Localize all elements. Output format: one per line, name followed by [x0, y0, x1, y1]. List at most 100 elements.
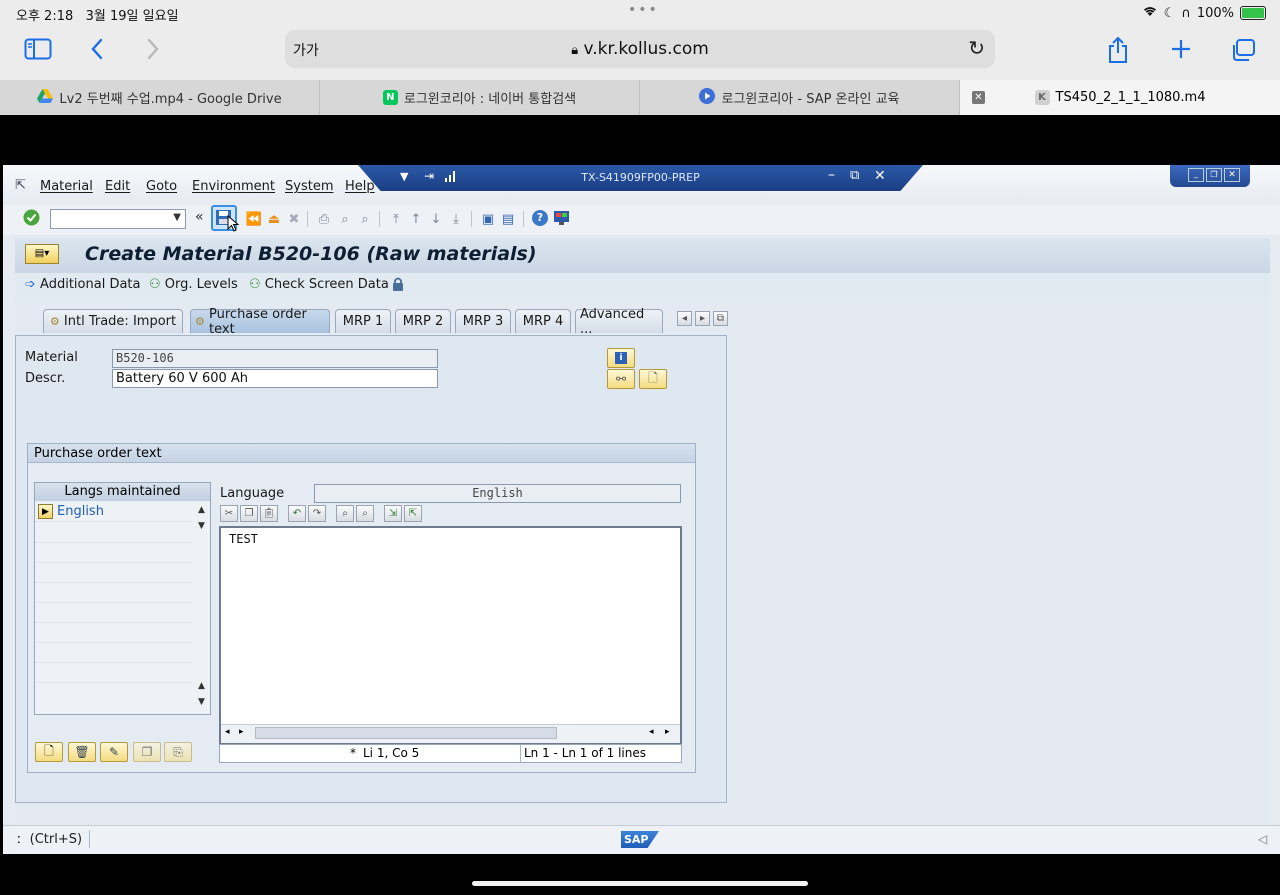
safari-tab-drive[interactable]: Lv2 두번째 수업.mp4 - Google Drive	[0, 80, 320, 115]
text-editor[interactable]: TEST ◂ ▸ ◂ ▸	[219, 526, 682, 744]
safari-tab-sap-edu[interactable]: 로그윈코리아 - SAP 온라인 교육	[640, 80, 960, 115]
tab-mrp-4[interactable]: MRP 4	[515, 309, 571, 333]
command-field-dropdown-icon[interactable]: ▼	[173, 212, 181, 223]
tab-purchase-order-text[interactable]: ⚙ Purchase order text	[190, 307, 330, 337]
kollus-icon: K	[1034, 90, 1050, 105]
edit-text-button[interactable]: ✎	[100, 742, 128, 762]
address-bar[interactable]: 가가 🔒︎ v.kr.kollus.com ↻	[285, 30, 995, 68]
last-page-icon[interactable]: ⤓	[447, 210, 465, 228]
lang-item-english[interactable]: English	[57, 504, 104, 519]
customize-layout-icon[interactable]	[553, 209, 570, 230]
tabs-overview-icon[interactable]	[1230, 38, 1256, 66]
new-tab-icon[interactable]	[1170, 38, 1192, 64]
reload-icon[interactable]: ↻	[968, 36, 985, 60]
back-green-icon[interactable]: ⏪	[245, 210, 263, 228]
home-indicator[interactable]	[472, 881, 808, 886]
enter-icon[interactable]	[23, 209, 40, 230]
redo-icon[interactable]: ↷	[308, 505, 326, 522]
descr-field[interactable]: Battery 60 V 600 Ah	[112, 369, 438, 388]
tab-list-icon[interactable]: ⧉	[713, 311, 728, 326]
menu-environment[interactable]: Environment	[192, 179, 275, 194]
paste-icon[interactable]: 📋︎	[260, 505, 278, 522]
menu-edit[interactable]: Edit	[105, 179, 130, 194]
document-button[interactable]: 🗋︎	[639, 369, 667, 389]
win-restore-icon[interactable]: ❐	[1206, 168, 1222, 182]
status-expand-icon[interactable]: ◁	[1258, 832, 1267, 846]
menu-help[interactable]: Help	[345, 179, 375, 194]
find-next-icon[interactable]: ⌕	[356, 210, 374, 228]
check-screen-data-button[interactable]: ⚇ Check Screen Data	[249, 277, 389, 292]
prev-page-icon[interactable]: ↑	[407, 210, 425, 228]
tab-advanced[interactable]: Advanced ...	[575, 307, 663, 337]
delete-text-button[interactable]: 🗑︎	[68, 742, 96, 762]
battery-icon	[1240, 6, 1266, 20]
search-next-icon[interactable]: ⌕	[356, 505, 374, 522]
editor-text[interactable]: TEST	[229, 532, 258, 546]
menu-material[interactable]: Material	[40, 179, 93, 194]
menu-goto[interactable]: Goto	[146, 179, 177, 194]
copy-text-button[interactable]: ❐	[133, 742, 161, 762]
info-button[interactable]: i	[607, 348, 635, 368]
minimize-icon[interactable]: –	[828, 167, 835, 183]
tab-scroll-right-icon[interactable]: ▸	[695, 311, 710, 326]
hscroll-left-icon[interactable]: ◂	[225, 727, 230, 737]
exit-orange-icon[interactable]: ⏏	[265, 210, 283, 228]
exit-menu-icon[interactable]: ⇱	[15, 178, 26, 193]
close-icon[interactable]: ✕	[874, 168, 886, 184]
scroll-up-icon[interactable]: ▲	[194, 505, 209, 515]
command-field[interactable]: ▼	[50, 209, 186, 229]
scroll-page-up-icon[interactable]: ▲	[194, 681, 209, 691]
new-session-icon[interactable]: ▣	[479, 210, 497, 228]
first-page-icon[interactable]: ⤒	[387, 210, 405, 228]
undo-icon[interactable]: ↶	[288, 505, 306, 522]
safari-tab-naver[interactable]: N 로그윈코리아 : 네이버 통합검색	[320, 80, 640, 115]
print-icon[interactable]: ⎙	[315, 210, 333, 228]
share-icon[interactable]	[1107, 36, 1129, 68]
org-levels-button[interactable]: ⚇ Org. Levels	[149, 277, 238, 292]
play-circle-icon	[699, 87, 716, 108]
editor-hscrollbar[interactable]: ◂ ▸ ◂ ▸	[221, 724, 680, 743]
close-tab-icon[interactable]: ✕	[972, 91, 985, 104]
hscroll-end-left-icon[interactable]: ◂	[649, 727, 654, 737]
tab-mrp-1[interactable]: MRP 1	[335, 309, 391, 333]
win-close-icon[interactable]: ✕	[1224, 168, 1240, 182]
forward-icon[interactable]	[146, 38, 160, 64]
search-icon[interactable]: ⌕	[336, 505, 354, 522]
hscroll-thumb[interactable]	[255, 727, 557, 739]
display-change-button[interactable]: ⚯	[607, 369, 635, 389]
multitask-dots-icon[interactable]: •••	[628, 2, 659, 18]
additional-data-button[interactable]: ➩ Additional Data	[25, 277, 140, 292]
paste-text-button[interactable]: ⎘	[164, 742, 192, 762]
next-page-icon[interactable]: ↓	[427, 210, 445, 228]
restore-icon[interactable]: ⧉	[850, 168, 859, 183]
copy-icon[interactable]: ❐	[240, 505, 258, 522]
tab-mrp-2[interactable]: MRP 2	[395, 309, 451, 333]
sidebar-icon[interactable]	[24, 38, 52, 64]
collapse-toolbar-icon[interactable]: «	[195, 209, 204, 225]
find-icon[interactable]: ⌕	[336, 210, 354, 228]
win-minimize-icon[interactable]: _	[1188, 168, 1204, 182]
cancel-icon[interactable]: ✖	[285, 210, 303, 228]
tab-scroll-left-icon[interactable]: ◂	[677, 311, 692, 326]
scroll-down-icon[interactable]: ▼	[194, 521, 209, 531]
safari-tab-current[interactable]: ✕ K TS450_2_1_1_1080.m4	[960, 80, 1280, 115]
tab-intl-trade-import[interactable]: ⚙ Intl Trade: Import	[43, 309, 183, 333]
hscroll-right-icon[interactable]: ▸	[239, 727, 244, 737]
lock-button-icon[interactable]	[391, 276, 405, 296]
page-title: Create Material B520-106 (Raw materials)	[85, 243, 537, 265]
help-icon[interactable]: ?	[532, 210, 548, 226]
shortcut-icon[interactable]: ▤	[499, 210, 517, 228]
system-banner: ▼ ⇥ TX-S41909FP00-PREP – ⧉ ✕	[358, 165, 923, 191]
hscroll-end-right-icon[interactable]: ▸	[665, 727, 670, 737]
menu-system[interactable]: System	[285, 179, 333, 194]
back-icon[interactable]	[90, 38, 104, 64]
tab-mrp-3[interactable]: MRP 3	[455, 309, 511, 333]
scroll-page-down-icon[interactable]: ▼	[194, 697, 209, 707]
list-item[interactable]: ▶ English	[35, 502, 192, 522]
export-text-icon[interactable]: ⇱	[404, 505, 422, 522]
import-text-icon[interactable]: ⇲	[384, 505, 402, 522]
headphones-icon: ∩	[1181, 5, 1191, 21]
cut-icon[interactable]: ✂	[220, 505, 238, 522]
row-selector-icon[interactable]: ▶	[38, 504, 53, 519]
create-text-button[interactable]: 🗋︎	[35, 742, 63, 762]
